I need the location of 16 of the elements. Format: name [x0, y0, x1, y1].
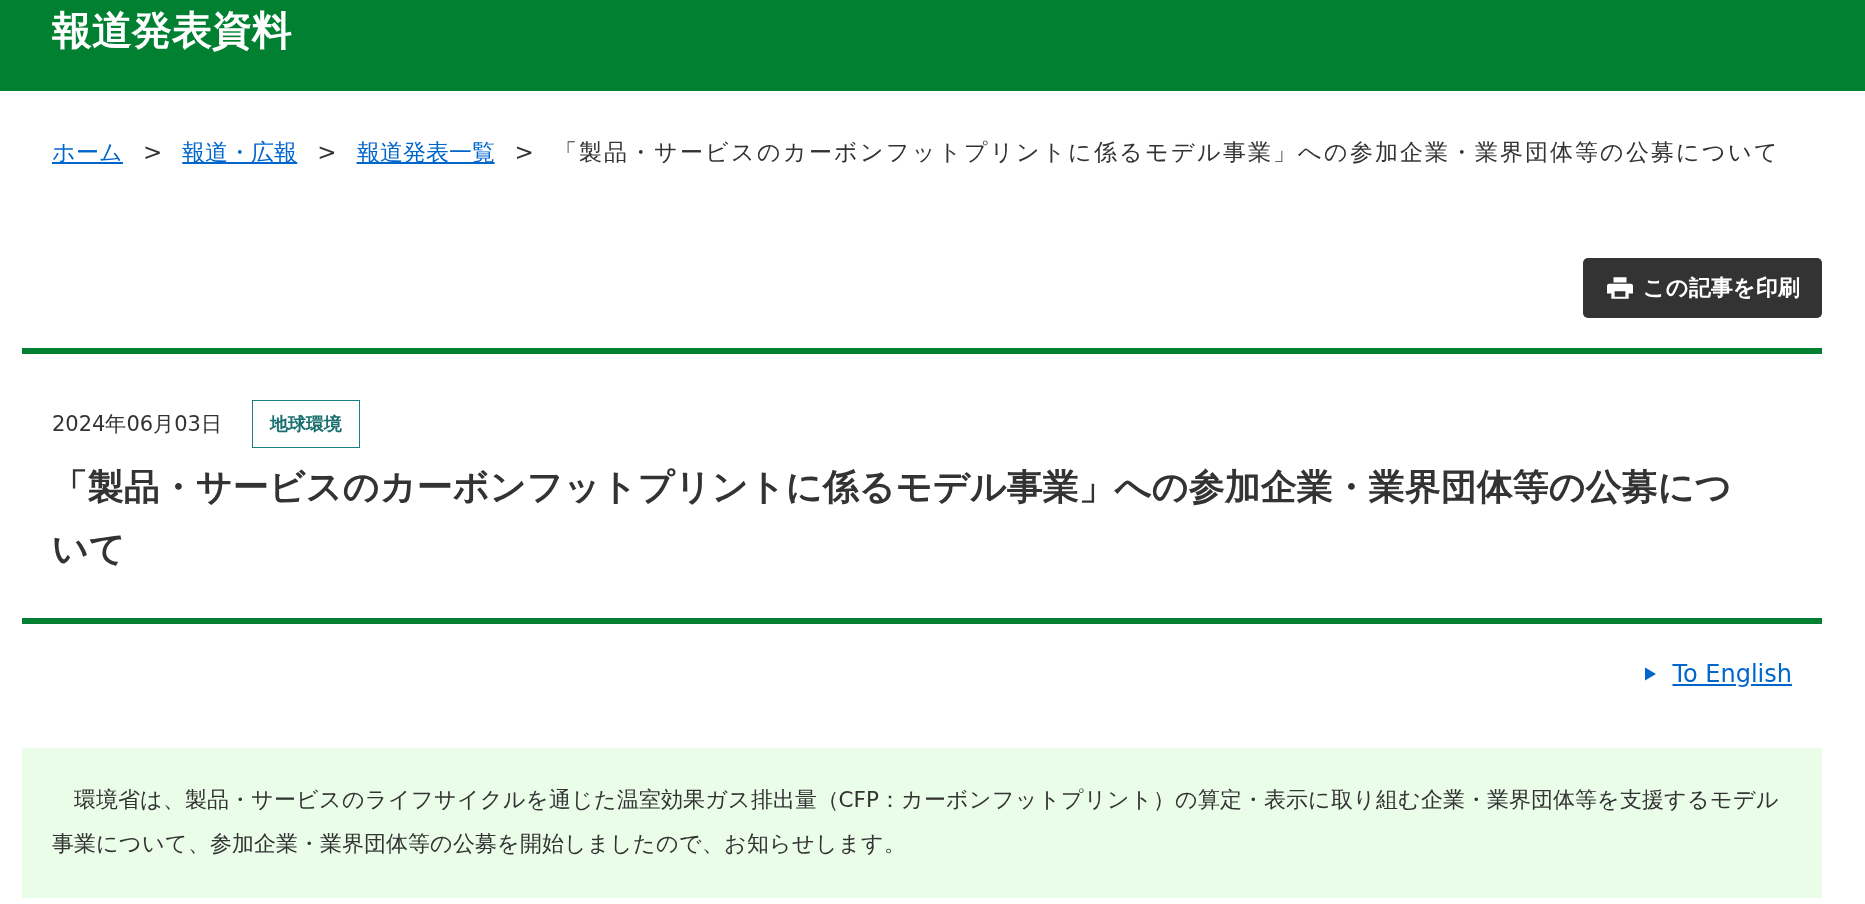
- article-title: 「製品・サービスのカーボンフットプリントに係るモデル事業」への参加企業・業界団体等の公募について: [52, 464, 1732, 571]
- printer-icon: [1607, 276, 1633, 299]
- breadcrumb-link[interactable]: 報道・広報: [182, 135, 298, 170]
- summary-text: 環境省は、製品・サービスのライフサイクルを通じた温室効果ガス排出量（CFP：カーボンフットプリント）の算定・表示に取り組む企業・業界団体等を支援するモデル事業について、参加企業・業界団体等の公募を開始しましたので、お知らせします。: [52, 785, 1780, 858]
- breadcrumb-link[interactable]: ホーム: [52, 135, 123, 170]
- article-date: 2024年06月03日: [52, 410, 222, 438]
- page-header-title: 報道発表資料: [52, 6, 292, 50]
- breadcrumb-separator: >: [514, 138, 534, 167]
- category-tag: 地球環境: [251, 399, 360, 448]
- language-link[interactable]: To English: [1672, 659, 1792, 688]
- breadcrumb-separator: >: [317, 138, 337, 167]
- triangle-icon: [1645, 666, 1657, 681]
- breadcrumb-link[interactable]: 報道発表一覧: [356, 135, 495, 170]
- breadcrumb-current: 「製品・サービスのカーボンフットプリントに係るモデル事業」への参加企業・業界団体等の公募について: [553, 138, 1780, 167]
- breadcrumb-separator: >: [143, 138, 163, 167]
- print-button[interactable]: この記事を印刷: [1583, 257, 1822, 318]
